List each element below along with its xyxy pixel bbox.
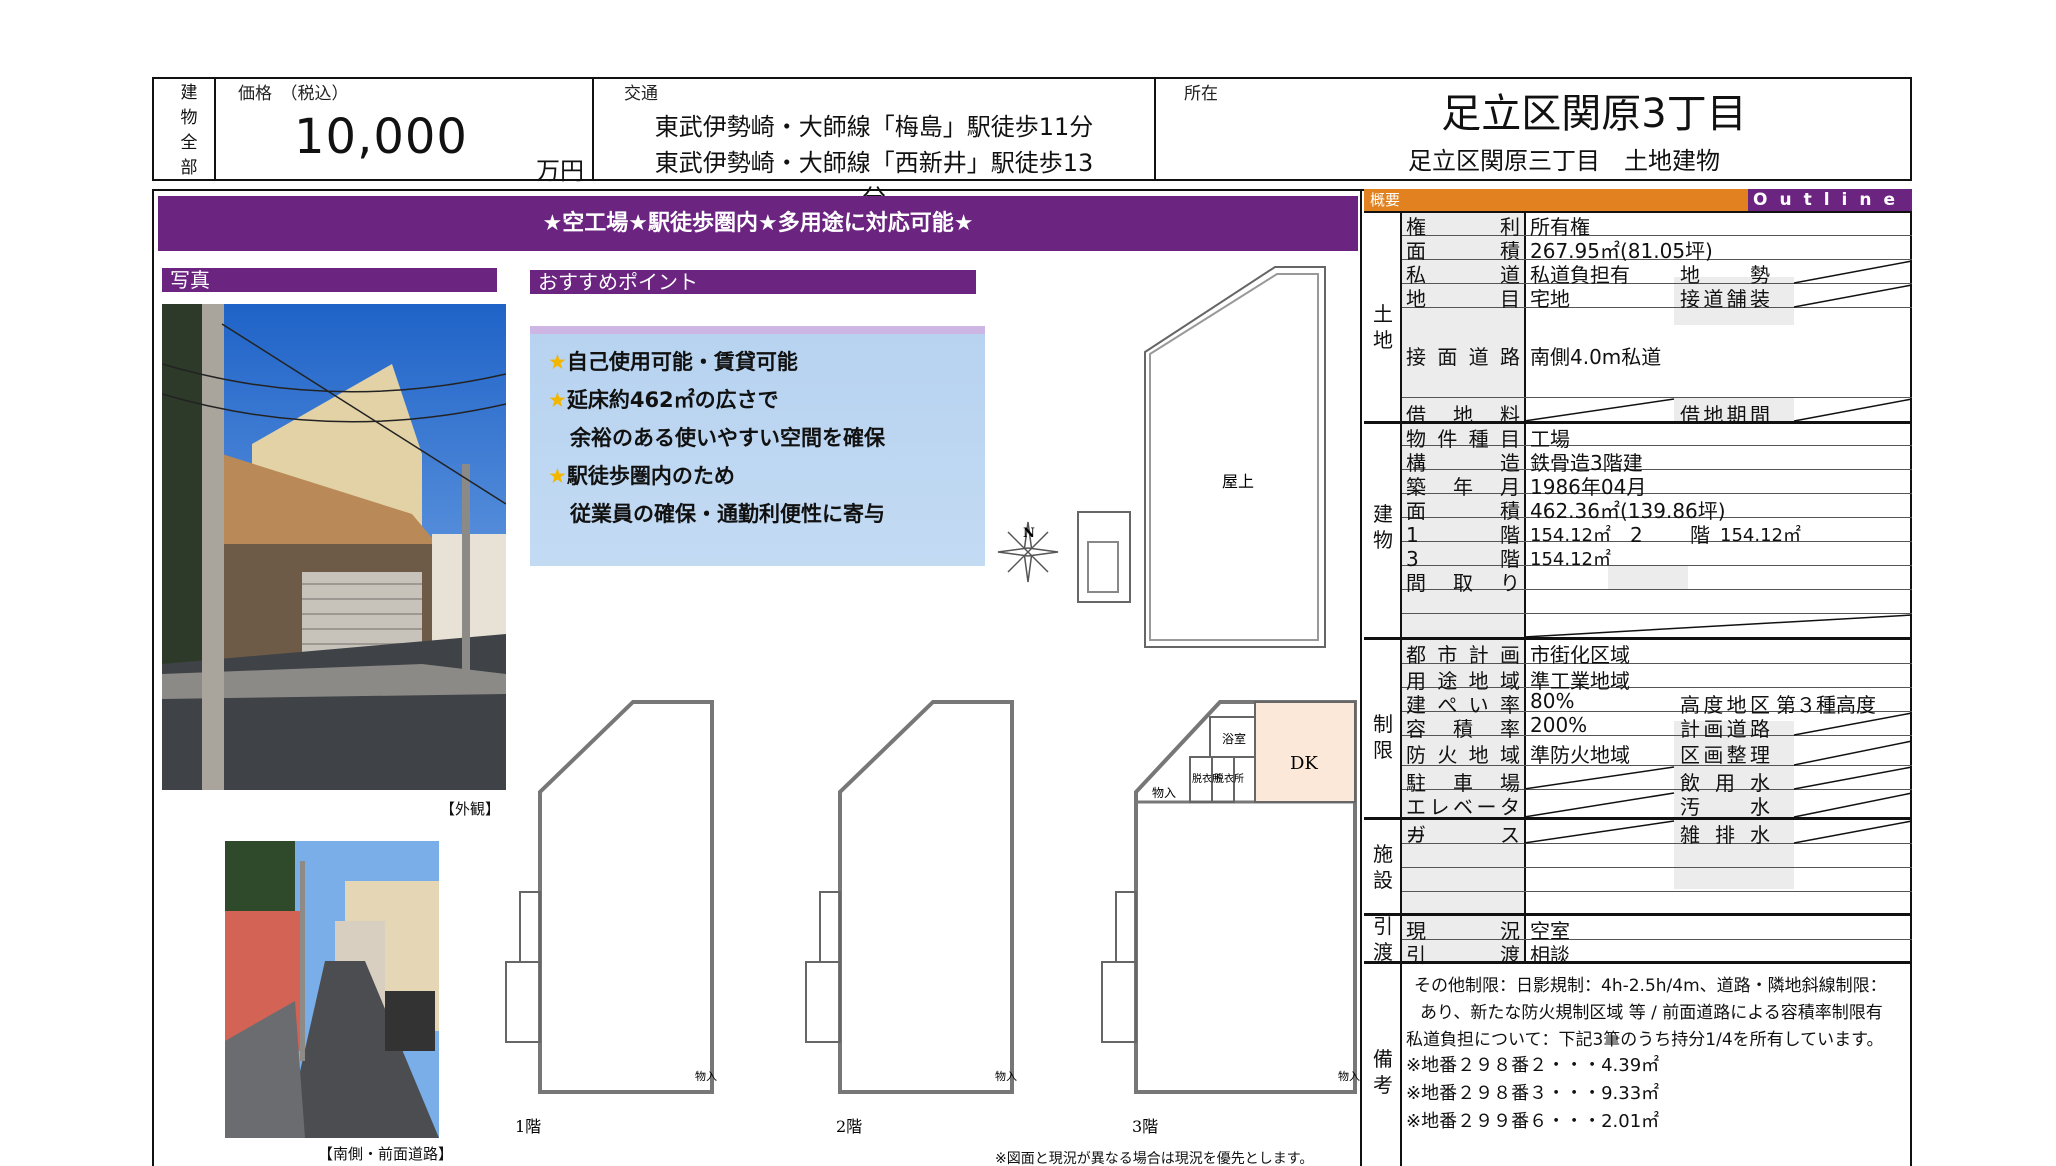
remarks-line: 私道負担について：下記3筆のうち持分1/4を所有しています。 <box>1406 1030 1884 1050</box>
remarks-line: ※地番２９８番２・・・4.39㎡ <box>1406 1055 1660 1076</box>
price-value: 10,000 <box>294 109 468 165</box>
property-header: 建 物 全 部 価格 （税込） 10,000 万円 交通 東武伊勢崎・大師線「梅… <box>152 77 1912 212</box>
dk-label: DK <box>1290 753 1318 774</box>
compass-north: N <box>1023 526 1035 541</box>
location-label: 所在 <box>1184 84 1218 104</box>
outline-heading-en: Outline <box>1748 189 1912 211</box>
location-subtitle: 足立区関原三丁目 土地建物 <box>1408 147 1720 175</box>
divider <box>592 79 594 179</box>
price-label: 価格 （税込） <box>238 84 349 104</box>
road-photo <box>225 841 439 1138</box>
divider <box>1154 79 1156 179</box>
storage-label: 物入 <box>1338 1069 1360 1083</box>
photo-section-title: 写真 <box>162 268 497 292</box>
headline-banner: ★空工場★駅徒歩圏内★多用途に対応可能★ <box>158 196 1358 251</box>
storage-label: 物入 <box>995 1069 1017 1083</box>
traffic-line-1: 東武伊勢崎・大師線「梅島」駅徒歩11分 <box>654 113 1094 141</box>
vertical-char: 部 <box>180 158 198 178</box>
empty-cell-marks <box>1523 260 1912 844</box>
divider <box>214 79 216 179</box>
vertical-char: 全 <box>180 133 198 153</box>
floor-plan: N 屋上 1階 2階 3階 浴室 脱衣所 脱衣所 DK 物入 物入 物入 物入 <box>500 262 1360 1142</box>
traffic-label: 交通 <box>624 84 658 104</box>
remarks-line: その他制限：日影規制：4h-2.5h/4m、道路・隣地斜線制限： <box>1414 976 1887 996</box>
floor3-label: 3階 <box>1132 1117 1158 1136</box>
floorplan-note: ※図面と現況が異なる場合は現況を優先とします。 <box>995 1151 1314 1166</box>
exterior-caption: 【外観】 <box>440 800 501 818</box>
exterior-photo <box>162 304 506 790</box>
dressing-label: 脱衣所 <box>1214 772 1244 785</box>
storage-label: 物入 <box>695 1069 717 1083</box>
divider <box>1360 189 1362 1166</box>
location-title: 足立区関原3丁目 <box>1441 91 1747 137</box>
floor2-label: 2階 <box>836 1117 862 1136</box>
vertical-char: 建 <box>180 83 198 103</box>
group-remarks: 備考 <box>1373 1047 1393 1097</box>
remarks-line: あり、新たな防火規制区域 等 / 前面道路による容積率制限有 <box>1420 1003 1883 1023</box>
bath-label: 浴室 <box>1222 731 1246 746</box>
price-unit: 万円 <box>536 157 584 185</box>
storage-label: 物入 <box>1152 786 1176 800</box>
roof-label: 屋上 <box>1222 472 1254 491</box>
vertical-char: 物 <box>180 108 198 128</box>
outline-table: 土地 建物 制限 施設 引渡 備考 権利 所有権 面積 267.95㎡(81.0… <box>1364 211 1912 1166</box>
remarks-line: ※地番２９９番６・・・2.01㎡ <box>1406 1111 1660 1132</box>
road-caption: 【南側・前面道路】 <box>318 1145 454 1163</box>
remarks-line: ※地番２９８番３・・・9.33㎡ <box>1406 1083 1660 1104</box>
floor1-label: 1階 <box>515 1117 541 1136</box>
